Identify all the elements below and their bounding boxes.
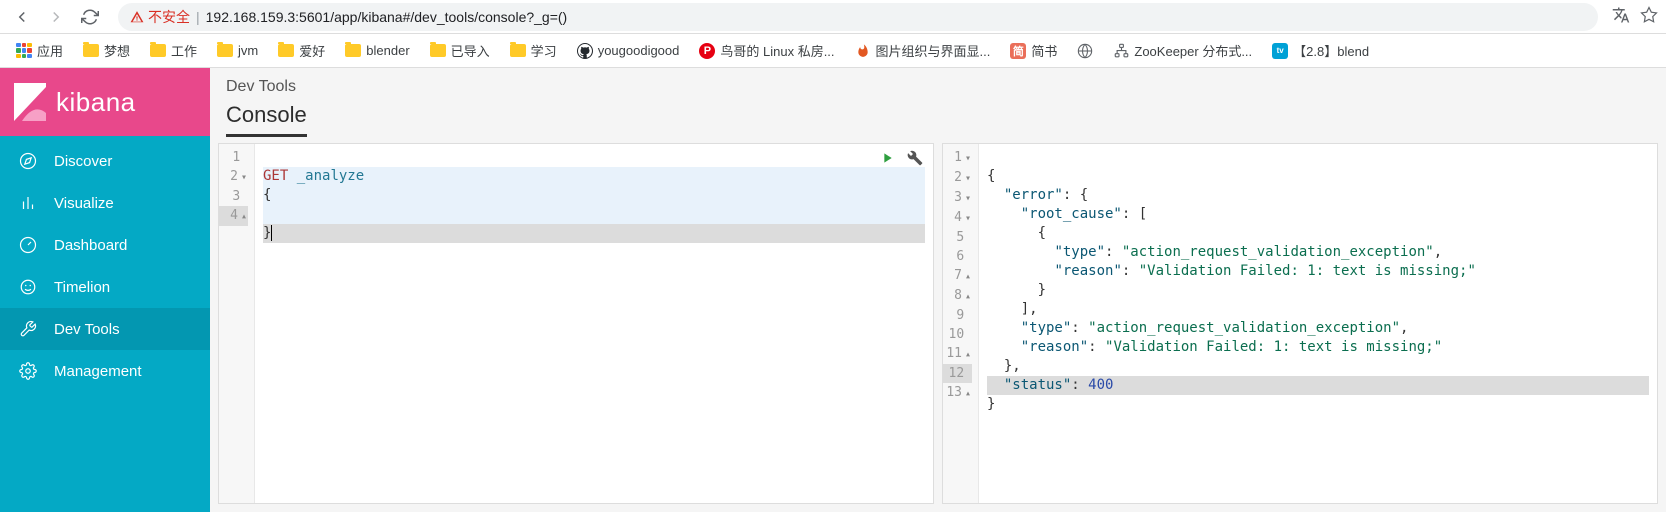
url-text: 192.168.159.3:5601/app/kibana#/dev_tools… [206,9,568,25]
breadcrumb: Dev Tools [226,78,1650,96]
p-icon: P [699,43,715,59]
request-code[interactable]: GET _analyze{ } [255,144,933,503]
content: Dev Tools Console 1 2▾ 3 4▴ GET _analyze… [210,68,1666,512]
bookmark-label: 工作 [171,41,197,60]
bookmark-item[interactable]: P 鸟哥的 Linux 私房... [691,37,842,64]
gear-icon [18,361,38,381]
addr-separator: | [196,9,200,25]
folder-icon [83,44,99,57]
star-icon[interactable] [1640,6,1658,27]
bookmark-label: ZooKeeper 分布式... [1134,41,1252,60]
bookmark-item[interactable]: 学习 [502,37,565,64]
bookmark-item[interactable]: blender [337,37,417,64]
sidebar-item-label: Timelion [54,279,110,296]
run-button[interactable] [879,150,895,169]
tab-console[interactable]: Console [226,102,307,137]
sidebar-item-label: Dashboard [54,237,127,254]
gauge-icon [18,235,38,255]
insecure-badge: 不安全 [130,7,190,27]
folder-icon [430,44,446,57]
sidebar-item-management[interactable]: Management [0,350,210,392]
folder-icon [345,44,361,57]
bookmark-item[interactable]: 爱好 [270,37,333,64]
response-code: { "error": { "root_cause": [ { "type": "… [979,144,1657,503]
sidebar-item-discover[interactable]: Discover [0,140,210,182]
method-token: GET [263,168,288,184]
sidebar-item-label: Dev Tools [54,321,120,338]
bookmarks-bar: 应用 梦想 工作 jvm 爱好 blender 已导入 学习 yougoodigood P 鸟哥的… [0,34,1666,68]
kibana-logo[interactable]: kibana [0,68,210,136]
bookmark-label: 爱好 [299,41,325,60]
request-actions [879,150,923,169]
response-gutter: 1▾ 2▾ 3▾ 4▾ 5 6 7▴ 8▴ 9 10 11▴ 12 13▴ [943,144,979,503]
jian-icon: 简 [1010,43,1026,59]
globe-icon [1077,43,1093,59]
address-bar[interactable]: 不安全 | 192.168.159.3:5601/app/kibana#/dev… [118,3,1598,31]
sidebar-nav: Discover Visualize Dashboard Timelion De… [0,136,210,392]
content-header: Dev Tools Console [210,68,1666,137]
apps-icon [16,43,32,59]
sidebar-item-dashboard[interactable]: Dashboard [0,224,210,266]
bookmark-item[interactable]: 梦想 [75,37,138,64]
forward-button[interactable] [42,3,70,31]
bili-icon: tv [1272,43,1288,59]
bookmark-label: yougoodigood [598,43,680,58]
bookmark-item[interactable]: ZooKeeper 分布式... [1105,37,1260,64]
bookmark-label: 已导入 [451,41,490,60]
bookmark-item[interactable]: jvm [209,37,266,64]
bookmark-label: 鸟哥的 Linux 私房... [720,41,834,60]
bar-chart-icon [18,193,38,213]
bookmark-item[interactable]: yougoodigood [569,37,688,64]
sidebar-item-timelion[interactable]: Timelion [0,266,210,308]
apps-label: 应用 [37,41,63,60]
folder-icon [278,44,294,57]
bookmark-label: 【2.8】blend [1293,41,1369,60]
bookmark-item[interactable]: 已导入 [422,37,498,64]
reload-button[interactable] [76,3,104,31]
apps-button[interactable]: 应用 [8,37,71,64]
kibana-brand-text: kibana [56,87,136,118]
request-editor[interactable]: 1 2▾ 3 4▴ GET _analyze{ } [218,143,934,504]
flame-icon [855,43,871,59]
bookmark-item[interactable]: 简简书 [1002,37,1065,64]
insecure-label: 不安全 [148,7,190,27]
request-gutter: 1 2▾ 3 4▴ [219,144,255,503]
wrench-button[interactable] [907,150,923,169]
github-icon [577,43,593,59]
browser-toolbar: 不安全 | 192.168.159.3:5601/app/kibana#/dev… [0,0,1666,34]
bookmark-item[interactable] [1069,37,1101,64]
endpoint-token: _analyze [297,168,364,184]
sidebar-item-label: Visualize [54,195,114,212]
back-button[interactable] [8,3,36,31]
bookmark-item[interactable]: 工作 [142,37,205,64]
sidebar-item-visualize[interactable]: Visualize [0,182,210,224]
bookmark-item[interactable]: tv 【2.8】blend [1264,37,1377,64]
bookmark-item[interactable]: 图片组织与界面显... [847,37,999,64]
compass-icon [18,151,38,171]
sidebar-item-label: Discover [54,153,112,170]
response-viewer[interactable]: 1▾ 2▾ 3▾ 4▾ 5 6 7▴ 8▴ 9 10 11▴ 12 13▴ { … [942,143,1658,504]
wrench-icon [18,319,38,339]
bookmark-label: blender [366,43,409,58]
sidebar: kibana Discover Visualize Dashboard Time… [0,68,210,512]
folder-icon [217,44,233,57]
folder-icon [150,44,166,57]
bookmark-label: 图片组织与界面显... [876,41,991,60]
kibana-mark-icon [14,83,46,121]
bookmark-label: 学习 [531,41,557,60]
sidebar-item-devtools[interactable]: Dev Tools [0,308,210,350]
timelion-icon [18,277,38,297]
folder-icon [510,44,526,57]
translate-icon[interactable] [1612,6,1630,27]
zk-icon [1113,43,1129,59]
sidebar-item-label: Management [54,363,142,380]
bookmark-label: 梦想 [104,41,130,60]
bookmark-label: jvm [238,43,258,58]
bookmark-label: 简书 [1031,41,1057,60]
